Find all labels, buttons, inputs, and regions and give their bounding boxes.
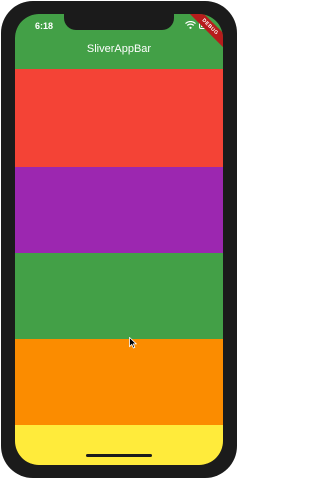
status-time: 6:18 [35, 21, 54, 31]
phone-screen: 6:18 SliverAppBar DEBUG [15, 14, 223, 465]
list-item[interactable] [15, 339, 223, 425]
wifi-icon [185, 21, 196, 29]
list-item[interactable] [15, 253, 223, 339]
home-indicator[interactable] [86, 454, 152, 457]
app-bar-title: SliverAppBar [86, 43, 152, 55]
sliver-list[interactable] [15, 69, 223, 465]
list-item[interactable] [15, 167, 223, 253]
list-item[interactable] [15, 425, 223, 465]
phone-frame: 6:18 SliverAppBar DEBUG [1, 1, 237, 478]
mouse-cursor-icon [129, 337, 137, 349]
list-item[interactable] [15, 69, 223, 167]
screenshot-stage: 6:18 SliverAppBar DEBUG [0, 0, 240, 480]
notch [64, 14, 174, 30]
sliver-app-bar: 6:18 SliverAppBar DEBUG [15, 14, 223, 69]
